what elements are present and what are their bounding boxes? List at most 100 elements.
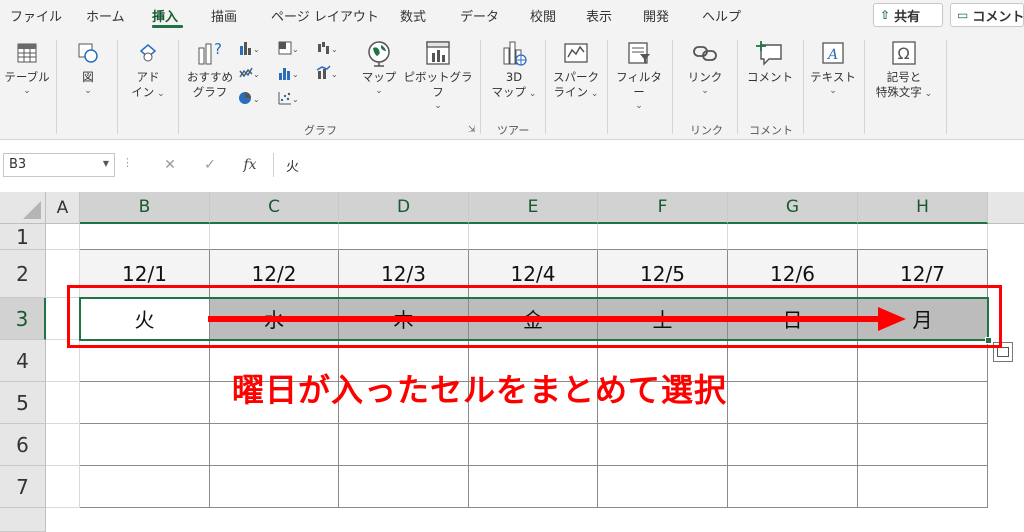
addins-button[interactable]: アド イン ⌄: [126, 38, 170, 102]
cell-a7[interactable]: [46, 466, 80, 508]
comments-button[interactable]: ▭ コメント: [950, 3, 1024, 27]
tab-home[interactable]: ホーム: [86, 6, 125, 25]
tab-draw[interactable]: 描画: [211, 6, 237, 25]
cell-g7[interactable]: [728, 466, 858, 508]
scatter-chart-icon[interactable]: ⌄: [277, 89, 299, 107]
row-header-5[interactable]: 5: [0, 382, 46, 424]
row-header-4[interactable]: 4: [0, 340, 46, 382]
cell-b4[interactable]: [80, 340, 210, 382]
cell-b5[interactable]: [80, 382, 210, 424]
cell-f7[interactable]: [598, 466, 728, 508]
column-header-b[interactable]: B: [80, 192, 210, 224]
cell-c2[interactable]: 12/2: [210, 250, 339, 298]
insert-function-icon[interactable]: fx: [230, 157, 270, 173]
cell-c1[interactable]: [210, 224, 339, 250]
fill-handle[interactable]: [985, 337, 992, 344]
cell-g6[interactable]: [728, 424, 858, 466]
text-button[interactable]: A テキスト ⌄: [808, 38, 858, 97]
cell-b2[interactable]: 12/1: [80, 250, 210, 298]
cell-f3[interactable]: 土: [598, 298, 728, 340]
cell-a2[interactable]: [46, 250, 80, 298]
cell-h2[interactable]: 12/7: [858, 250, 988, 298]
cell-e6[interactable]: [469, 424, 598, 466]
waterfall-chart-icon[interactable]: ⌄: [316, 39, 338, 57]
cell-a3[interactable]: [46, 298, 80, 340]
cell-a1[interactable]: [46, 224, 80, 250]
cell-b6[interactable]: [80, 424, 210, 466]
filters-button[interactable]: フィルター ⌄: [611, 38, 667, 112]
cell-b1[interactable]: [80, 224, 210, 250]
quick-analysis-button[interactable]: [993, 342, 1013, 362]
cell-e2[interactable]: 12/4: [469, 250, 598, 298]
tab-page-layout[interactable]: ページ レイアウト: [271, 6, 379, 25]
cell-h3[interactable]: 月: [858, 298, 988, 340]
cell-e7[interactable]: [469, 466, 598, 508]
formula-input[interactable]: 火: [273, 153, 1024, 177]
tab-view[interactable]: 表示: [586, 6, 612, 25]
line-chart-icon[interactable]: ⌄: [238, 64, 260, 82]
tab-help[interactable]: ヘルプ: [702, 6, 741, 25]
cell-f2[interactable]: 12/5: [598, 250, 728, 298]
select-all-button[interactable]: [0, 192, 46, 224]
statistic-chart-icon[interactable]: ⌄: [277, 64, 299, 82]
cell-e3[interactable]: 金: [469, 298, 598, 340]
row-header-6[interactable]: 6: [0, 424, 46, 466]
column-header-a[interactable]: A: [46, 192, 80, 224]
cell-d2[interactable]: 12/3: [339, 250, 469, 298]
map-chart-button[interactable]: マップ ⌄: [358, 38, 400, 97]
cell-g4[interactable]: [728, 340, 858, 382]
symbols-button[interactable]: Ω 記号と 特殊文字 ⌄: [868, 38, 940, 102]
row-header-7[interactable]: 7: [0, 466, 46, 508]
cell-b7[interactable]: [80, 466, 210, 508]
recommended-charts-button[interactable]: ? おすすめ グラフ: [184, 38, 236, 100]
cell-f6[interactable]: [598, 424, 728, 466]
column-chart-icon[interactable]: ⌄: [238, 39, 260, 57]
column-header-h[interactable]: H: [858, 192, 988, 224]
row-header-8[interactable]: [0, 508, 46, 532]
column-header-d[interactable]: D: [339, 192, 469, 224]
cell-g3[interactable]: 日: [728, 298, 858, 340]
tab-developer[interactable]: 開発: [643, 6, 669, 25]
hierarchy-chart-icon[interactable]: ⌄: [277, 39, 299, 57]
cell-c3[interactable]: 水: [210, 298, 339, 340]
cell-a6[interactable]: [46, 424, 80, 466]
cell-h7[interactable]: [858, 466, 988, 508]
column-header-f[interactable]: F: [598, 192, 728, 224]
cell-c6[interactable]: [210, 424, 339, 466]
cell-c7[interactable]: [210, 466, 339, 508]
cell-h1[interactable]: [858, 224, 988, 250]
name-box[interactable]: B3 ▼: [3, 153, 115, 177]
cell-b3[interactable]: 火: [80, 298, 210, 340]
table-button[interactable]: テーブル ⌄: [4, 38, 50, 97]
pie-chart-icon[interactable]: ⌄: [238, 89, 260, 107]
cell-e1[interactable]: [469, 224, 598, 250]
cancel-icon[interactable]: ✕: [150, 157, 190, 173]
row-header-1[interactable]: 1: [0, 224, 46, 250]
pivot-chart-button[interactable]: ピボットグラフ ⌄: [402, 38, 474, 112]
cell-h4[interactable]: [858, 340, 988, 382]
formula-bar-grip[interactable]: ⋮: [122, 156, 133, 169]
column-header-g[interactable]: G: [728, 192, 858, 224]
tab-insert[interactable]: 挿入: [152, 6, 178, 25]
dialog-launcher-icon[interactable]: ⇲: [468, 125, 476, 135]
column-header-i[interactable]: [988, 192, 1024, 224]
cell-a5[interactable]: [46, 382, 80, 424]
column-header-c[interactable]: C: [210, 192, 339, 224]
cell-d6[interactable]: [339, 424, 469, 466]
tab-file[interactable]: ファイル: [10, 6, 62, 25]
cell-g5[interactable]: [728, 382, 858, 424]
sparklines-button[interactable]: スパーク ライン ⌄: [550, 38, 602, 102]
3d-map-button[interactable]: 3D マップ ⌄: [488, 38, 540, 102]
cell-f1[interactable]: [598, 224, 728, 250]
cell-d7[interactable]: [339, 466, 469, 508]
tab-review[interactable]: 校閲: [530, 6, 556, 25]
cell-g2[interactable]: 12/6: [728, 250, 858, 298]
tab-data[interactable]: データ: [460, 6, 499, 25]
cell-d1[interactable]: [339, 224, 469, 250]
link-button[interactable]: リンク ⌄: [682, 38, 728, 97]
row-header-2[interactable]: 2: [0, 250, 46, 298]
cell-g1[interactable]: [728, 224, 858, 250]
illustrations-button[interactable]: 図 ⌄: [66, 38, 110, 97]
cell-a4[interactable]: [46, 340, 80, 382]
new-comment-button[interactable]: コメント: [744, 38, 796, 85]
